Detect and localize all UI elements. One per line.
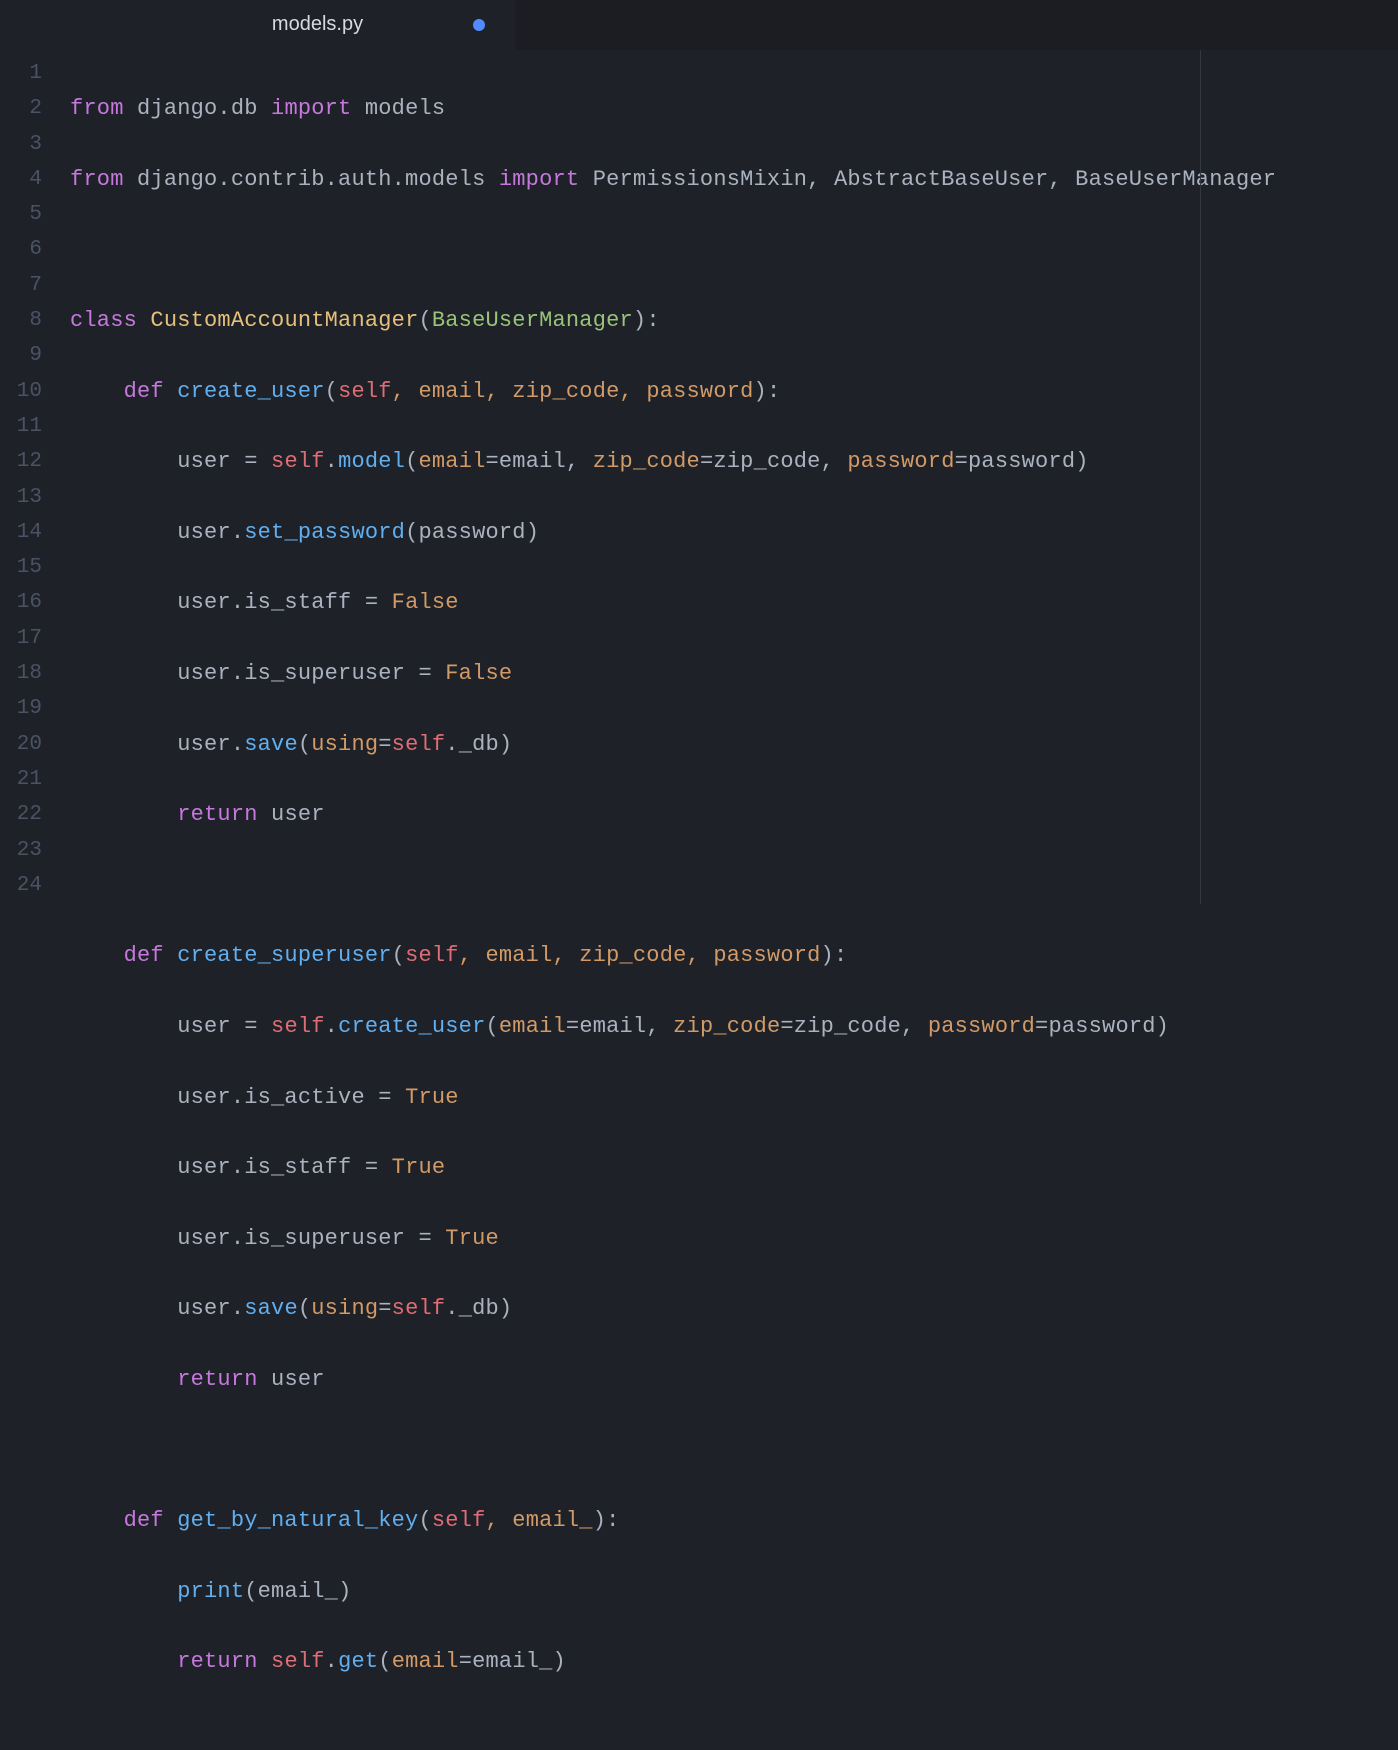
code-line: def create_user(self, email, zip_code, p…	[70, 374, 1276, 409]
line-number: 1	[0, 56, 52, 91]
code-line: class CustomAccountManager(BaseUserManag…	[70, 303, 1276, 338]
line-number: 5	[0, 197, 52, 232]
code-line: user.is_superuser = True	[70, 1221, 1276, 1256]
line-number: 16	[0, 585, 52, 620]
line-number: 9	[0, 338, 52, 373]
code-line	[70, 868, 1276, 903]
line-number: 15	[0, 550, 52, 585]
line-number: 20	[0, 727, 52, 762]
line-number: 22	[0, 797, 52, 832]
code-line: user.set_password(password)	[70, 515, 1276, 550]
line-number: 11	[0, 409, 52, 444]
line-number: 8	[0, 303, 52, 338]
code-line: user = self.model(email=email, zip_code=…	[70, 444, 1276, 479]
editor-area[interactable]: 1 2 3 4 5 6 7 8 9 10 11 12 13 14 15 16 1…	[0, 50, 1398, 904]
line-number: 6	[0, 232, 52, 267]
column-ruler	[1200, 50, 1201, 904]
line-number: 3	[0, 127, 52, 162]
line-number: 7	[0, 268, 52, 303]
code-line: return user	[70, 1362, 1276, 1397]
line-number: 18	[0, 656, 52, 691]
code-line: def get_by_natural_key(self, email_):	[70, 1503, 1276, 1538]
line-number: 24	[0, 868, 52, 903]
line-number: 14	[0, 515, 52, 550]
code-line: user.is_active = True	[70, 1080, 1276, 1115]
code-line: user.save(using=self._db)	[70, 1291, 1276, 1326]
line-number: 12	[0, 444, 52, 479]
line-number: 10	[0, 374, 52, 409]
line-number: 4	[0, 162, 52, 197]
code-line: from django.contrib.auth.models import P…	[70, 162, 1276, 197]
line-number: 23	[0, 833, 52, 868]
tab-models[interactable]: models.py	[0, 0, 515, 50]
code-line: print(email_)	[70, 1574, 1276, 1609]
code-line: return self.get(email=email_)	[70, 1644, 1276, 1679]
line-number: 21	[0, 762, 52, 797]
line-number-gutter: 1 2 3 4 5 6 7 8 9 10 11 12 13 14 15 16 1…	[0, 50, 52, 904]
code-line: user.is_superuser = False	[70, 656, 1276, 691]
code-line: return user	[70, 797, 1276, 832]
line-number: 2	[0, 91, 52, 126]
line-number: 19	[0, 691, 52, 726]
tab-bar: models.py	[0, 0, 1398, 50]
line-number: 13	[0, 480, 52, 515]
code-line: user.is_staff = False	[70, 585, 1276, 620]
line-number: 17	[0, 621, 52, 656]
code-content[interactable]: from django.db import models from django…	[52, 50, 1276, 904]
code-line: def create_superuser(self, email, zip_co…	[70, 938, 1276, 973]
unsaved-dot-icon	[473, 19, 485, 31]
tab-label: models.py	[24, 13, 491, 36]
code-line	[70, 1433, 1276, 1468]
code-line: from django.db import models	[70, 91, 1276, 126]
code-line: user.is_staff = True	[70, 1150, 1276, 1185]
code-line	[70, 232, 1276, 267]
code-line: user.save(using=self._db)	[70, 727, 1276, 762]
code-line: user = self.create_user(email=email, zip…	[70, 1009, 1276, 1044]
